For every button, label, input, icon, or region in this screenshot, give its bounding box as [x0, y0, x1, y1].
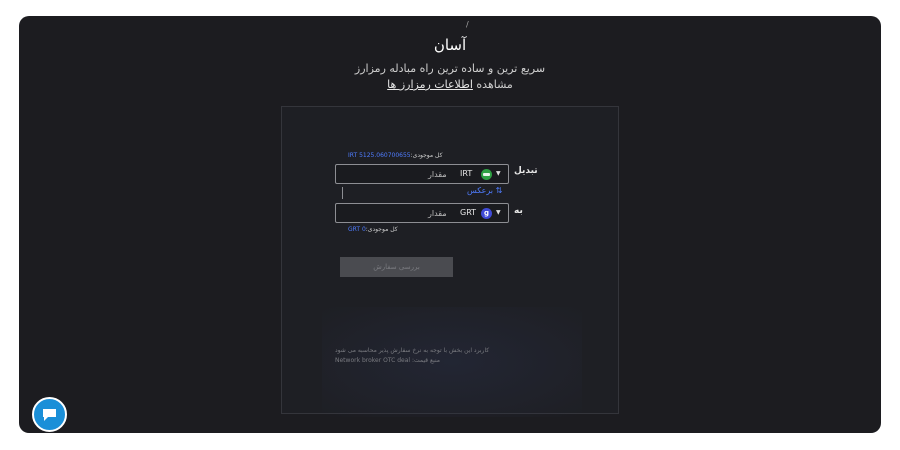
field-divider: [342, 187, 343, 199]
page-title: آسان: [433, 36, 467, 54]
chat-icon: [43, 409, 56, 421]
from-label: تبدیل: [514, 166, 538, 176]
exchange-container: / آسان سریع ترین و ساده ترین راه مبادله …: [19, 16, 881, 433]
to-balance: کل موجودی:GRT 0: [348, 226, 398, 233]
to-amount-input[interactable]: مقدار: [428, 209, 447, 218]
from-balance: کل موجودی:IRT 5125.060700655: [348, 152, 442, 159]
info-prefix: مشاهده: [476, 78, 513, 91]
review-order-button[interactable]: بررسی سفارش: [340, 257, 453, 277]
to-label: به: [514, 206, 523, 216]
from-coin-code[interactable]: IRT: [460, 169, 472, 178]
page-subtitle: سریع ترین و ساده ترین راه مبادله رمزارز: [354, 62, 546, 75]
info-line: مشاهده اطلاعات رمزارز ها: [19, 78, 881, 91]
to-coin-code[interactable]: GRT: [460, 208, 476, 217]
top-mark: /: [466, 20, 469, 29]
chevron-down-icon[interactable]: ▼: [496, 170, 501, 177]
swap-panel: کل موجودی:IRT 5125.060700655 تبدیل ▼ IRT…: [281, 106, 619, 417]
footnote-rate: کاربرد این بخش با توجه به نرخ سفارش پذیر…: [335, 347, 490, 354]
to-field[interactable]: ▼ g GRT مقدار: [335, 203, 509, 223]
to-balance-label: کل موجودی:: [365, 226, 398, 233]
swap-label: برعکس: [467, 186, 494, 195]
from-balance-label: کل موجودی:: [410, 152, 443, 159]
swap-button[interactable]: ⇅ برعکس: [467, 186, 502, 195]
irt-coin-icon: [481, 169, 492, 180]
from-amount-input[interactable]: مقدار: [428, 170, 447, 179]
swap-icon: ⇅: [495, 186, 503, 195]
chat-button[interactable]: [32, 397, 67, 432]
chevron-down-icon[interactable]: ▼: [496, 209, 501, 216]
footnote-source: Network broker OTC deal :منبع قیمت: [335, 357, 440, 364]
to-balance-value[interactable]: GRT 0: [348, 226, 366, 233]
from-balance-value[interactable]: IRT 5125.060700655: [348, 152, 411, 159]
grt-coin-icon: g: [481, 208, 492, 219]
from-field[interactable]: ▼ IRT مقدار: [335, 164, 509, 184]
crypto-info-link[interactable]: اطلاعات رمزارز ها: [387, 78, 473, 91]
